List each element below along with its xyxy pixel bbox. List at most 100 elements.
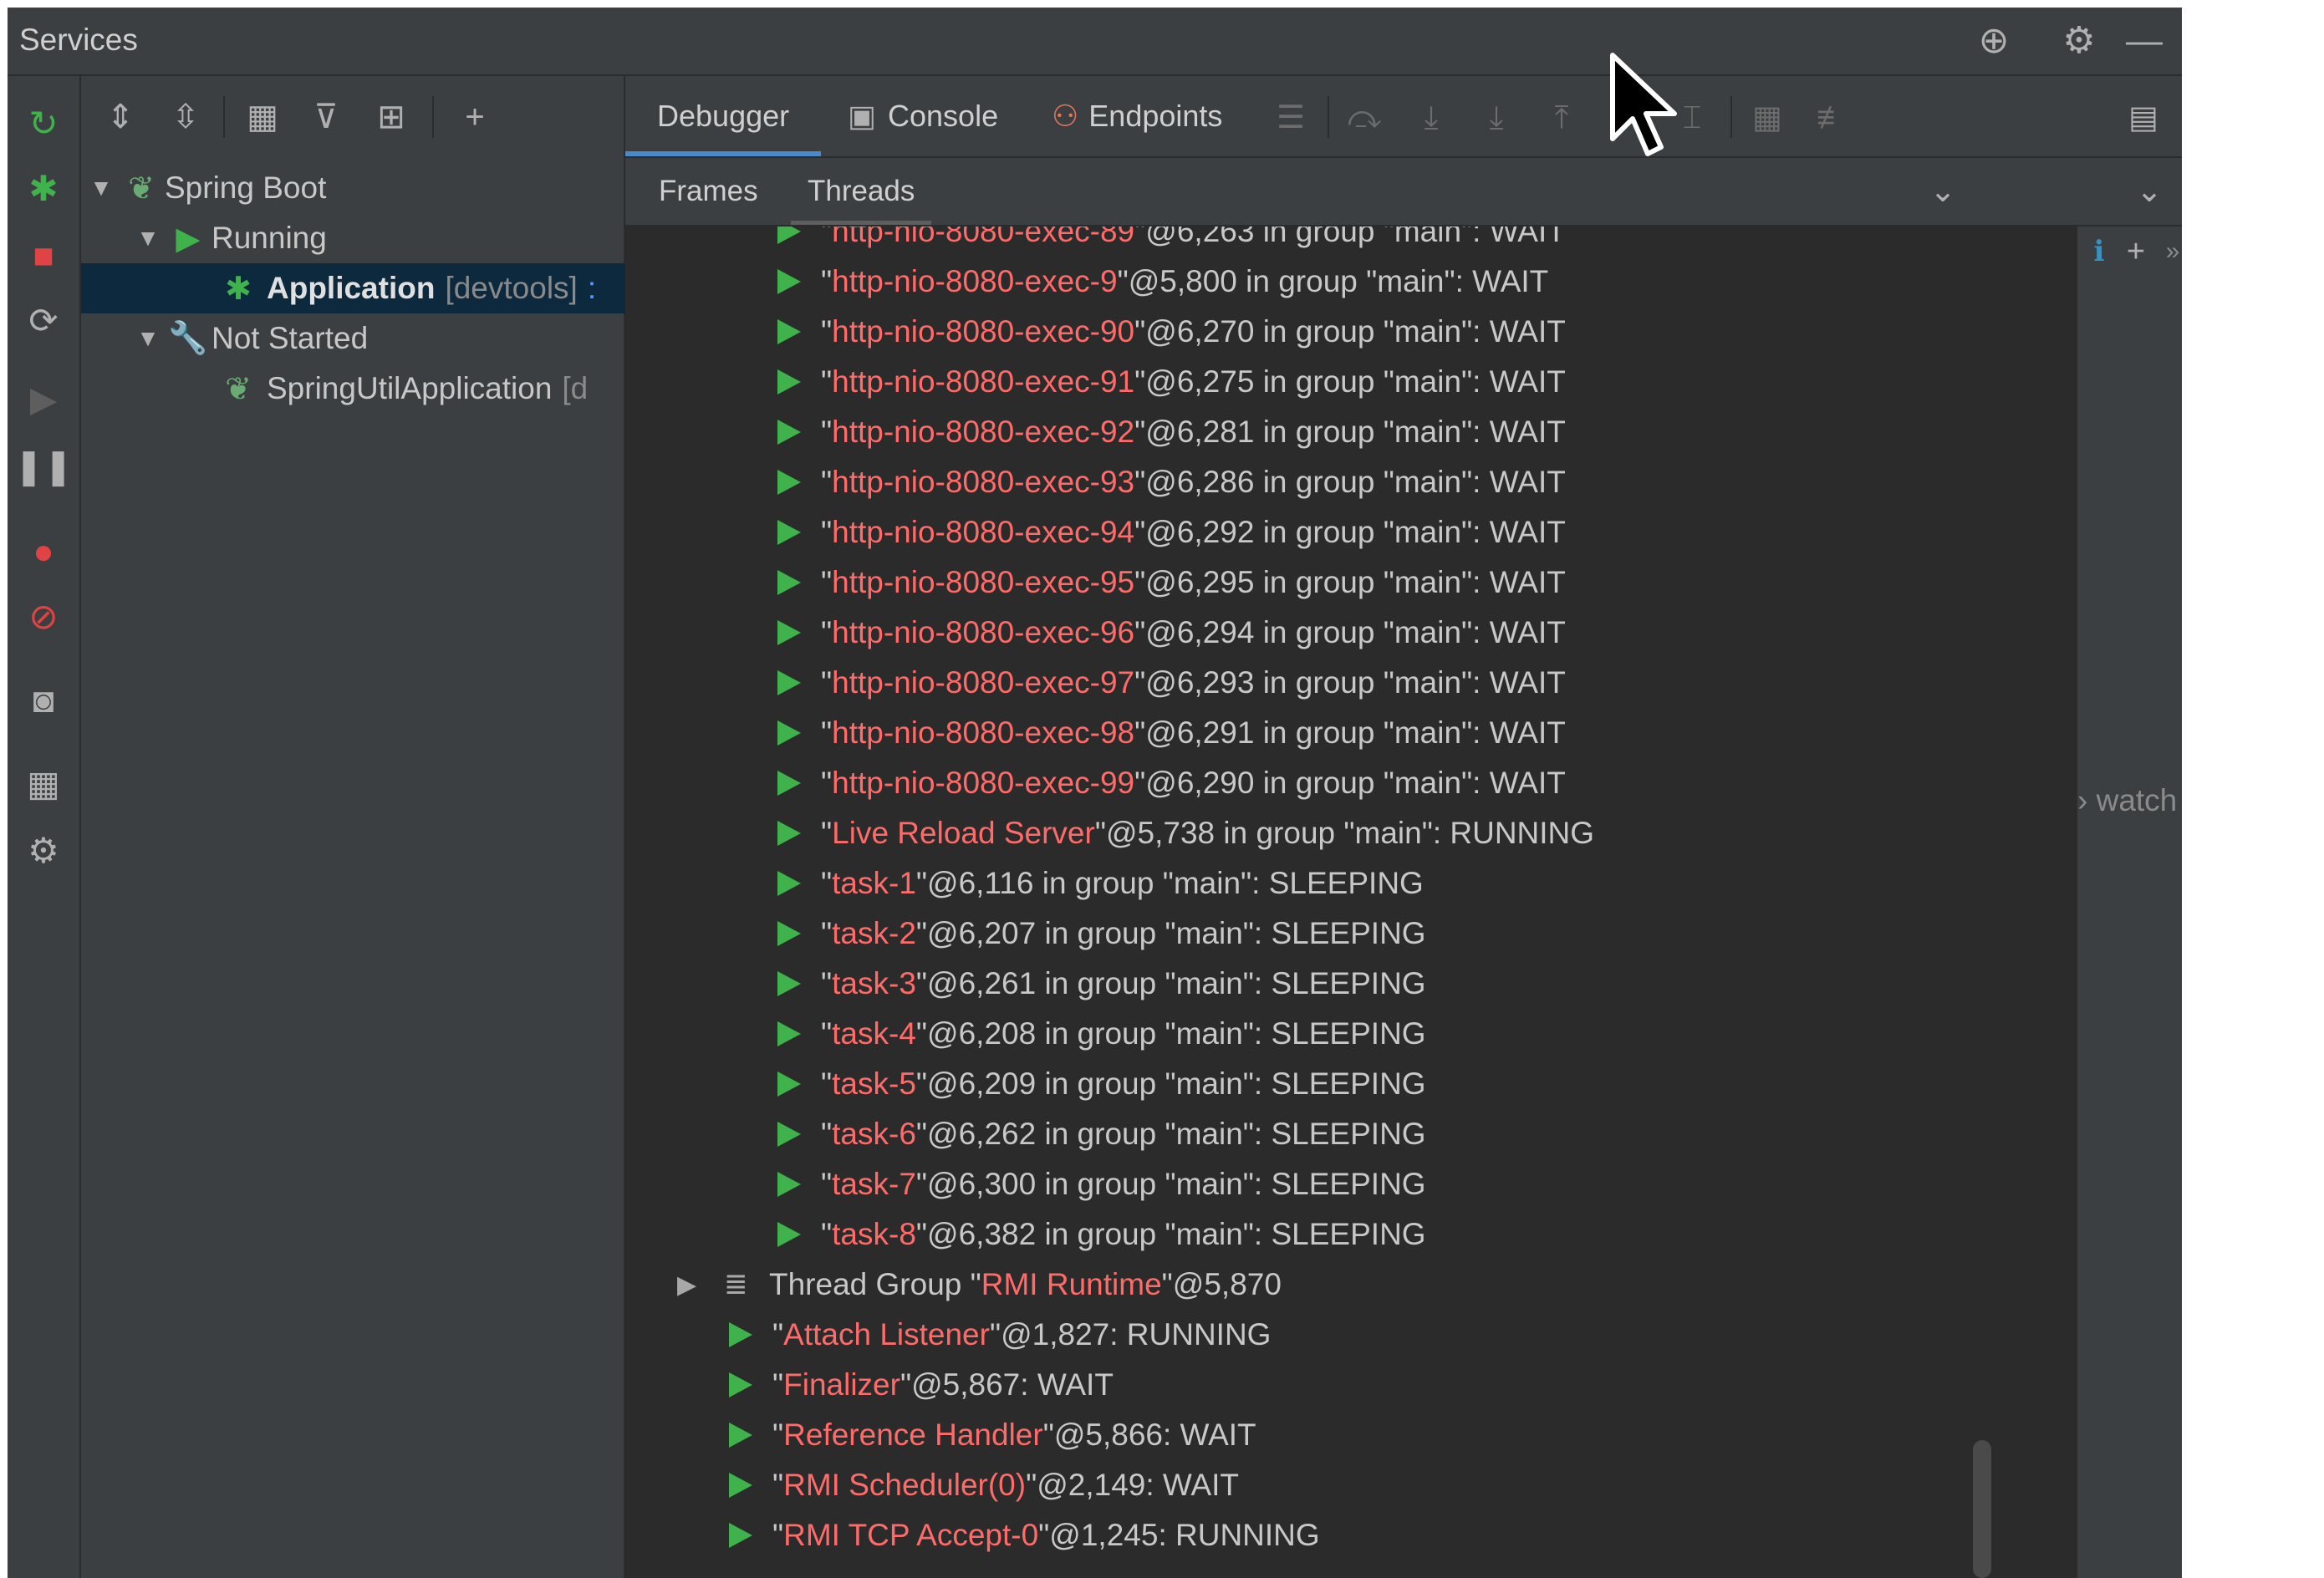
thread-row[interactable]: " http-nio-8080-exec-91 " @6,275 in group "…	[777, 357, 1566, 407]
stop-icon[interactable]: ■	[18, 230, 69, 282]
resume-icon[interactable]: ▶	[18, 374, 69, 425]
thread-row[interactable]: " http-nio-8080-exec-97 " @6,293 in group "…	[777, 658, 1566, 708]
thread-name: task-5	[832, 1066, 916, 1101]
thread-row[interactable]: " http-nio-8080-exec-9 " @5,800 in group "m…	[777, 257, 1548, 307]
thread-row[interactable]: " RMI Scheduler(0) " @2,149: WAIT	[729, 1460, 1239, 1510]
thread-row[interactable]: " http-nio-8080-exec-90 " @6,270 in group "…	[777, 307, 1566, 357]
thread-row[interactable]: " http-nio-8080-exec-95 " @6,295 in group "…	[777, 557, 1566, 608]
force-step-into-icon[interactable]: ⤓	[1475, 96, 1518, 140]
collapse-all-icon[interactable]: ⇳	[163, 94, 208, 140]
tree-node-spring-boot[interactable]: ▼ ❦ Spring Boot	[81, 163, 627, 213]
separator	[1328, 96, 1329, 138]
new-service-icon[interactable]: ⊞	[369, 94, 414, 140]
thread-row[interactable]: " http-nio-8080-exec-96 " @6,294 in group "…	[777, 608, 1566, 658]
debugger-tab-bar: Debugger ▣ Console ⚇ Endpoints ☰ ⤼ ⤓ ⤓ ⤒…	[625, 76, 2182, 158]
quote: "	[772, 1468, 784, 1502]
add-icon[interactable]: +	[452, 94, 497, 140]
rerun-icon[interactable]: ↻	[18, 98, 69, 150]
thread-row[interactable]: " Reference Handler " @5,866: WAIT	[729, 1410, 1256, 1460]
thread-name: http-nio-8080-exec-90	[832, 314, 1135, 349]
thread-row[interactable]: " Live Reload Server " @5,738 in group "mai…	[777, 808, 1594, 858]
crosshair-icon[interactable]: ⊕	[1972, 19, 2016, 63]
more-icon[interactable]: »	[2151, 230, 2182, 273]
thread-row[interactable]: " task-7 " @6,300 in group "main": SLEEPING	[777, 1159, 1426, 1209]
thread-group-prefix: Thread Group "	[769, 1267, 981, 1301]
quote: "	[821, 816, 833, 850]
expand-all-icon[interactable]: ⇕	[98, 94, 143, 140]
thread-status: @6,286 in group "main": WAIT	[1145, 465, 1566, 499]
thread-row[interactable]: " RMI TCP Accept-0 " @1,245: RUNNING	[729, 1510, 1320, 1560]
thread-row[interactable]: " task-2 " @6,207 in group "main": SLEEPING	[777, 909, 1426, 959]
quote: "	[821, 715, 833, 750]
trace-icon[interactable]: ≢	[1811, 96, 1854, 140]
layout-icon[interactable]: ▦	[18, 758, 69, 810]
thread-row[interactable]: " task-5 " @6,209 in group "main": SLEEPING	[777, 1059, 1426, 1109]
step-out-icon[interactable]: ⤒	[1540, 96, 1583, 140]
tab-threads[interactable]: Threads	[790, 158, 932, 225]
expanded-arrow-icon[interactable]: ▼	[131, 325, 165, 352]
thread-row[interactable]: " Finalizer " @5,867: WAIT	[729, 1360, 1114, 1410]
thread-row[interactable]: " task-3 " @6,261 in group "main": SLEEPING	[777, 959, 1426, 1009]
running-thread-icon	[729, 1372, 752, 1397]
debugger-area: Debugger ▣ Console ⚇ Endpoints ☰ ⤼ ⤓ ⤓ ⤒…	[625, 76, 2182, 1578]
filter-icon[interactable]: ⊽	[303, 94, 349, 140]
settings-icon[interactable]: ⚙	[18, 825, 69, 877]
expanded-arrow-icon[interactable]: ▼	[84, 175, 118, 201]
thread-row[interactable]: " task-1 " @6,116 in group "main": SLEEPING	[777, 858, 1424, 909]
expanded-arrow-icon[interactable]: ▼	[131, 225, 165, 252]
thread-row[interactable]: " task-6 " @6,262 in group "main": SLEEPING	[777, 1109, 1426, 1159]
group-icon[interactable]: ▦	[240, 94, 285, 140]
view-breakpoints-icon[interactable]: ●	[18, 526, 69, 578]
debug-icon[interactable]: ✱	[18, 163, 69, 215]
thread-row[interactable]: " http-nio-8080-exec-99 " @6,290 in group "…	[777, 758, 1566, 808]
tab-debugger[interactable]: Debugger	[625, 76, 822, 156]
running-thread-icon	[777, 570, 801, 595]
thread-row[interactable]: " http-nio-8080-exec-93 " @6,286 in group "…	[777, 457, 1566, 507]
mute-breakpoints-icon[interactable]: ⊘	[18, 591, 69, 643]
tree-toolbar: ⇕ ⇳ ▦ ⊽ ⊞ +	[81, 76, 624, 156]
chevron-down-icon[interactable]: ⌄	[1921, 170, 1965, 213]
chevron-down-icon[interactable]: ⌄	[2128, 170, 2171, 213]
minimize-icon[interactable]: —	[2123, 19, 2166, 63]
tree-node-not-started[interactable]: ▼ 🔧 Not Started	[81, 313, 674, 364]
thread-status: @6,290 in group "main": WAIT	[1145, 766, 1566, 800]
running-thread-icon	[777, 1072, 801, 1097]
thread-row[interactable]: " task-8 " @6,382 in group "main": SLEEPING	[777, 1209, 1426, 1260]
watches-panel: ℹ + » › watch	[2076, 227, 2182, 1578]
thread-status: @6,281 in group "main": WAIT	[1145, 415, 1566, 449]
thread-row[interactable]: " http-nio-8080-exec-92 " @6,281 in group "…	[777, 407, 1566, 457]
thread-status: @5,738 in group "main": RUNNING	[1105, 816, 1595, 850]
separator	[1730, 96, 1732, 138]
separator	[223, 96, 225, 138]
tree-node-running[interactable]: ▼ ▶ Running	[81, 213, 674, 263]
quote: "	[821, 465, 833, 499]
thread-row[interactable]: " http-nio-8080-exec-89 " @6,263 in group "…	[777, 227, 1566, 257]
tab-console[interactable]: ▣ Console	[848, 76, 998, 156]
debug-bug-icon: ✱	[225, 271, 252, 307]
tab-endpoints[interactable]: ⚇ Endpoints	[1052, 76, 1222, 156]
thread-status: @6,207 in group "main": SLEEPING	[927, 916, 1426, 950]
running-thread-icon	[729, 1523, 752, 1548]
thread-row[interactable]: " Attach Listener " @1,827: RUNNING	[729, 1310, 1271, 1360]
tree-label: Spring Boot	[165, 171, 327, 205]
step-into-icon[interactable]: ⤓	[1409, 96, 1453, 140]
gear-icon[interactable]: ⚙	[2057, 19, 2101, 63]
thread-group-row[interactable]: ▶ ≣ Thread Group " RMI Runtime "@5,870	[677, 1260, 1282, 1310]
threads-scrollbar[interactable]	[1973, 1440, 1991, 1578]
tab-frames[interactable]: Frames	[659, 158, 758, 225]
camera-icon[interactable]: ◙	[18, 674, 69, 726]
show-frames-icon[interactable]: ☰	[1269, 96, 1312, 140]
thread-info: "	[1134, 314, 1146, 349]
thread-row[interactable]: " task-4 " @6,208 in group "main": SLEEPING	[777, 1009, 1426, 1059]
pause-icon[interactable]: ❚❚	[14, 440, 73, 492]
evaluate-expression-icon[interactable]: ▦	[1746, 96, 1789, 140]
thread-name: Attach Listener	[783, 1317, 990, 1351]
collapsed-arrow-icon[interactable]: ▶	[677, 1270, 724, 1300]
refresh-icon[interactable]: ⟳	[18, 295, 69, 347]
step-over-icon[interactable]: ⤼	[1343, 96, 1386, 140]
thread-row[interactable]: " http-nio-8080-exec-94 " @6,292 in group "…	[777, 507, 1566, 557]
layout-settings-icon[interactable]: ▤	[2122, 96, 2165, 140]
tab-label: Endpoints	[1088, 99, 1223, 133]
thread-row[interactable]: " http-nio-8080-exec-98 " @6,291 in group "…	[777, 708, 1566, 758]
thread-info: "	[1117, 264, 1129, 298]
